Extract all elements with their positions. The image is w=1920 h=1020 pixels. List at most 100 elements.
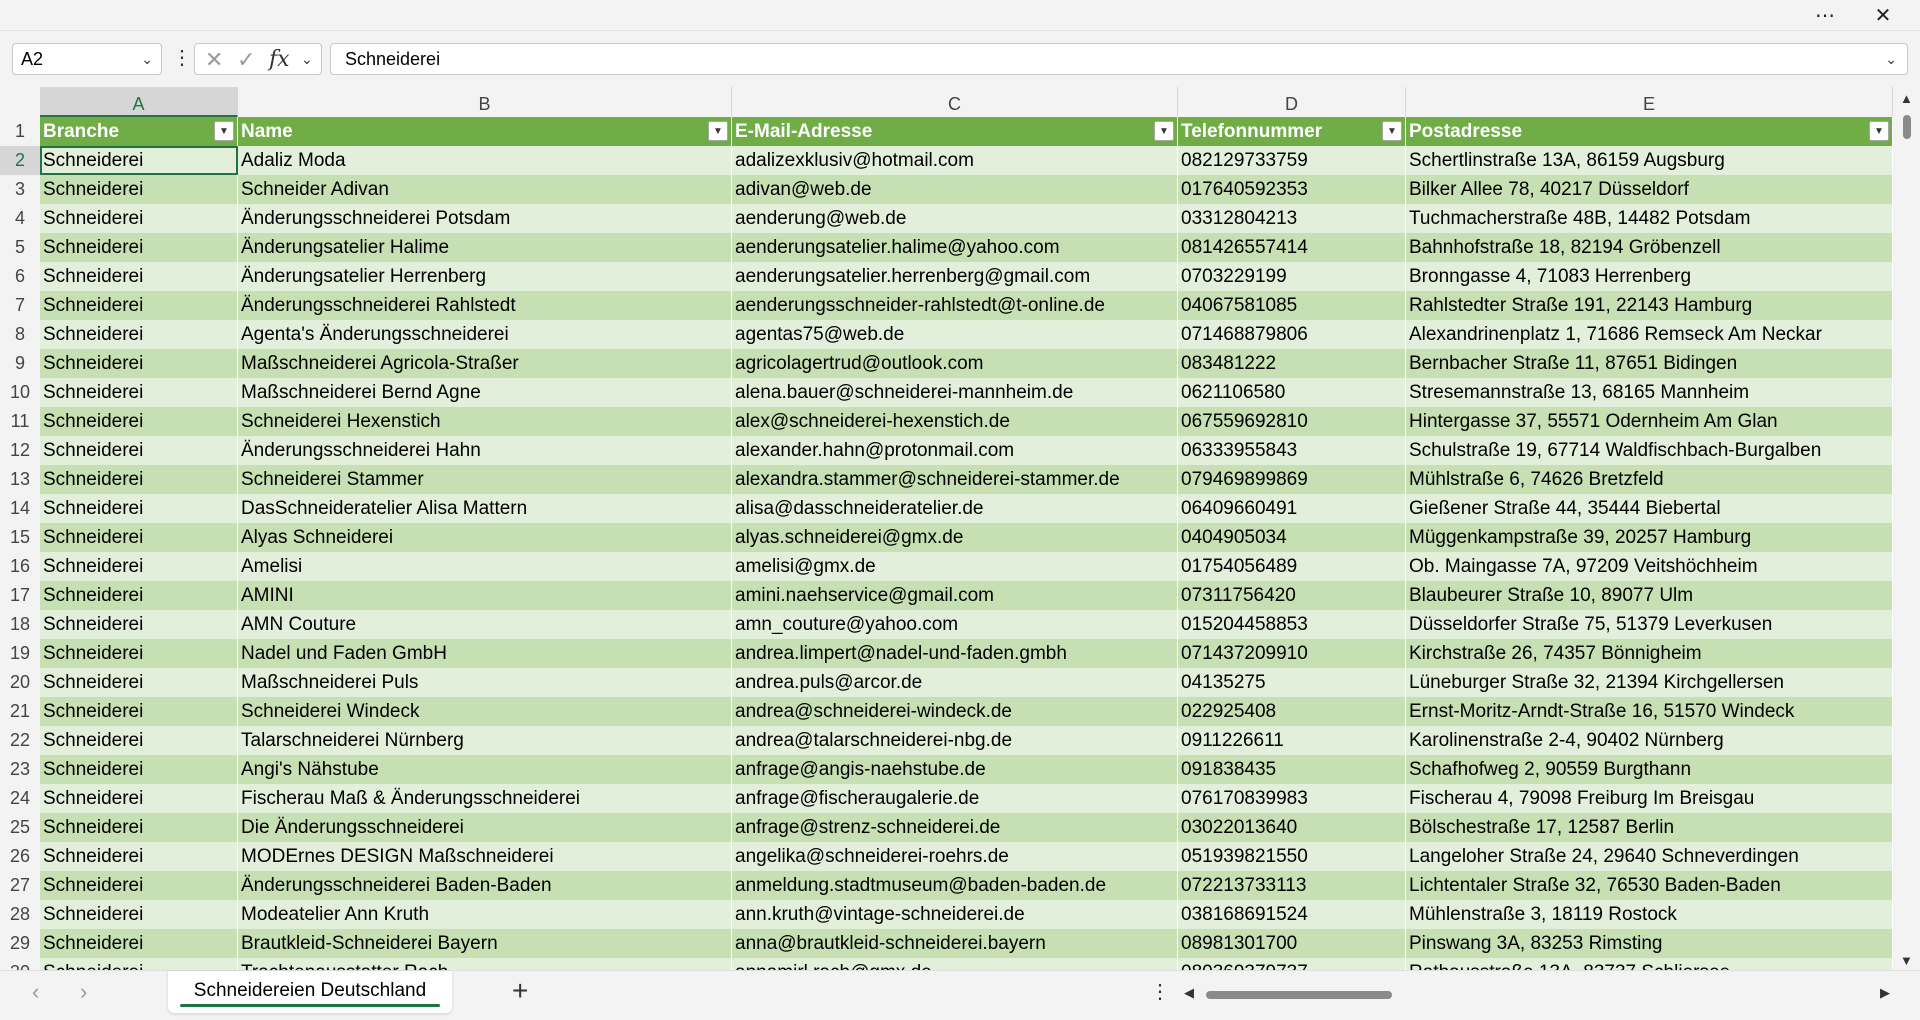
table-cell[interactable]: 0621106580 [1178, 378, 1406, 407]
table-cell[interactable]: Schneiderei [40, 349, 238, 378]
table-cell[interactable]: Schneiderei [40, 755, 238, 784]
table-cell[interactable]: Bronngasse 4, 71083 Herrenberg [1406, 262, 1893, 291]
table-cell[interactable]: annamirl.rach@gmx.de [732, 958, 1178, 970]
header-cell[interactable]: Name ▼ [238, 117, 732, 146]
row-number[interactable]: 4 [0, 204, 40, 233]
table-cell[interactable]: Blaubeurer Straße 10, 89077 Ulm [1406, 581, 1893, 610]
table-cell[interactable]: Lüneburger Straße 32, 21394 Kirchgellers… [1406, 668, 1893, 697]
row-number[interactable]: 5 [0, 233, 40, 262]
table-cell[interactable]: Hintergasse 37, 55571 Odernheim Am Glan [1406, 407, 1893, 436]
row-number[interactable]: 30 [0, 958, 40, 970]
table-cell[interactable]: Schneiderei [40, 320, 238, 349]
row-number[interactable]: 6 [0, 262, 40, 291]
table-cell[interactable]: Tuchmacherstraße 48B, 14482 Potsdam [1406, 204, 1893, 233]
table-cell[interactable]: Schneiderei [40, 523, 238, 552]
table-cell[interactable]: 06409660491 [1178, 494, 1406, 523]
table-cell[interactable]: adivan@web.de [732, 175, 1178, 204]
table-cell[interactable]: Schneiderei [40, 465, 238, 494]
table-cell[interactable]: alex@schneiderei-hexenstich.de [732, 407, 1178, 436]
scroll-down-icon[interactable]: ▼ [1900, 953, 1913, 968]
table-cell[interactable]: alena.bauer@schneiderei-mannheim.de [732, 378, 1178, 407]
cancel-icon[interactable]: ✕ [205, 47, 223, 73]
table-cell[interactable]: 04067581085 [1178, 291, 1406, 320]
table-cell[interactable]: Schneiderei Hexenstich [238, 407, 732, 436]
table-cell[interactable]: Maßschneiderei Puls [238, 668, 732, 697]
table-cell[interactable]: Alyas Schneiderei [238, 523, 732, 552]
table-cell[interactable]: Schneiderei [40, 784, 238, 813]
table-cell[interactable]: 091838435 [1178, 755, 1406, 784]
table-cell[interactable]: Düsseldorfer Straße 75, 51379 Leverkusen [1406, 610, 1893, 639]
table-cell[interactable]: Amelisi [238, 552, 732, 581]
expand-formula-icon[interactable]: ⌄ [1885, 44, 1897, 74]
table-cell[interactable]: 01754056489 [1178, 552, 1406, 581]
table-cell[interactable]: Brautkleid-Schneiderei Bayern [238, 929, 732, 958]
table-cell[interactable]: Angi's Nähstube [238, 755, 732, 784]
table-cell[interactable]: 07311756420 [1178, 581, 1406, 610]
table-cell[interactable]: Schneiderei [40, 175, 238, 204]
column-header[interactable]: C [732, 87, 1178, 117]
table-cell[interactable]: aenderungsschneider-rahlstedt@t-online.d… [732, 291, 1178, 320]
table-cell[interactable]: alisa@dasschneideratelier.de [732, 494, 1178, 523]
name-box[interactable]: A2 ⌄ [12, 43, 162, 75]
row-number[interactable]: 12 [0, 436, 40, 465]
row-number[interactable]: 15 [0, 523, 40, 552]
table-cell[interactable]: Schulstraße 19, 67714 Waldfischbach-Burg… [1406, 436, 1893, 465]
horizontal-scroll-thumb[interactable] [1206, 991, 1392, 999]
table-cell[interactable]: 072213733113 [1178, 871, 1406, 900]
table-cell[interactable]: agentas75@web.de [732, 320, 1178, 349]
row-number[interactable]: 7 [0, 291, 40, 320]
table-cell[interactable]: Trachtenausstatter Rach [238, 958, 732, 970]
row-number[interactable]: 29 [0, 929, 40, 958]
row-number[interactable]: 22 [0, 726, 40, 755]
select-all-corner[interactable] [0, 87, 40, 117]
table-cell[interactable]: 083481222 [1178, 349, 1406, 378]
table-cell[interactable]: Schneiderei [40, 204, 238, 233]
table-cell[interactable]: MODErnes DESIGN Maßschneiderei [238, 842, 732, 871]
header-cell[interactable]: E-Mail-Adresse ▼ [732, 117, 1178, 146]
table-cell[interactable]: alexandra.stammer@schneiderei-stammer.de [732, 465, 1178, 494]
row-number[interactable]: 21 [0, 697, 40, 726]
prev-sheet-icon[interactable]: ‹ [32, 979, 39, 1005]
next-sheet-icon[interactable]: › [80, 979, 87, 1005]
row-number[interactable]: 11 [0, 407, 40, 436]
row-number[interactable]: 17 [0, 581, 40, 610]
table-cell[interactable]: Fischerau 4, 79098 Freiburg Im Breisgau [1406, 784, 1893, 813]
table-cell[interactable]: Schneiderei [40, 958, 238, 970]
table-cell[interactable]: Schneiderei [40, 233, 238, 262]
table-cell[interactable]: 03312804213 [1178, 204, 1406, 233]
table-cell[interactable]: Schneiderei [40, 378, 238, 407]
table-cell[interactable]: Änderungsschneiderei Baden-Baden [238, 871, 732, 900]
header-cell[interactable]: Branche ▼ [40, 117, 238, 146]
table-cell[interactable]: 081426557414 [1178, 233, 1406, 262]
row-number[interactable]: 26 [0, 842, 40, 871]
row-number[interactable]: 9 [0, 349, 40, 378]
table-cell[interactable]: andrea.limpert@nadel-und-faden.gmbh [732, 639, 1178, 668]
table-cell[interactable]: Nadel und Faden GmbH [238, 639, 732, 668]
table-cell[interactable]: anfrage@fischeraugalerie.de [732, 784, 1178, 813]
table-cell[interactable]: Schneiderei [40, 639, 238, 668]
table-cell[interactable]: Bölschestraße 17, 12587 Berlin [1406, 813, 1893, 842]
table-cell[interactable]: Karolinenstraße 2-4, 90402 Nürnberg [1406, 726, 1893, 755]
row-number[interactable]: 3 [0, 175, 40, 204]
table-cell[interactable]: Schafhofweg 2, 90559 Burgthann [1406, 755, 1893, 784]
table-cell[interactable]: Bernbacher Straße 11, 87651 Bidingen [1406, 349, 1893, 378]
row-number[interactable]: 24 [0, 784, 40, 813]
table-cell[interactable]: Schneiderei [40, 813, 238, 842]
table-cell[interactable]: Müggenkampstraße 39, 20257 Hamburg [1406, 523, 1893, 552]
table-cell[interactable]: 022925408 [1178, 697, 1406, 726]
table-cell[interactable]: Schneiderei [40, 552, 238, 581]
table-cell[interactable]: Ernst-Moritz-Arndt-Straße 16, 51570 Wind… [1406, 697, 1893, 726]
row-number[interactable]: 8 [0, 320, 40, 349]
filter-dropdown-icon[interactable]: ▼ [708, 121, 728, 141]
table-cell[interactable]: Gießener Straße 44, 35444 Biebertal [1406, 494, 1893, 523]
table-cell[interactable]: Schneiderei [40, 900, 238, 929]
table-cell[interactable]: Schneiderei [40, 726, 238, 755]
table-cell[interactable]: Pinswang 3A, 83253 Rimsting [1406, 929, 1893, 958]
table-cell[interactable]: Modeatelier Ann Kruth [238, 900, 732, 929]
row-number[interactable]: 2 [0, 146, 40, 175]
table-cell[interactable]: Schneider Adivan [238, 175, 732, 204]
table-cell[interactable]: amini.naehservice@gmail.com [732, 581, 1178, 610]
row-number[interactable]: 14 [0, 494, 40, 523]
table-cell[interactable]: Änderungsschneiderei Potsdam [238, 204, 732, 233]
table-cell[interactable]: Schneiderei Windeck [238, 697, 732, 726]
